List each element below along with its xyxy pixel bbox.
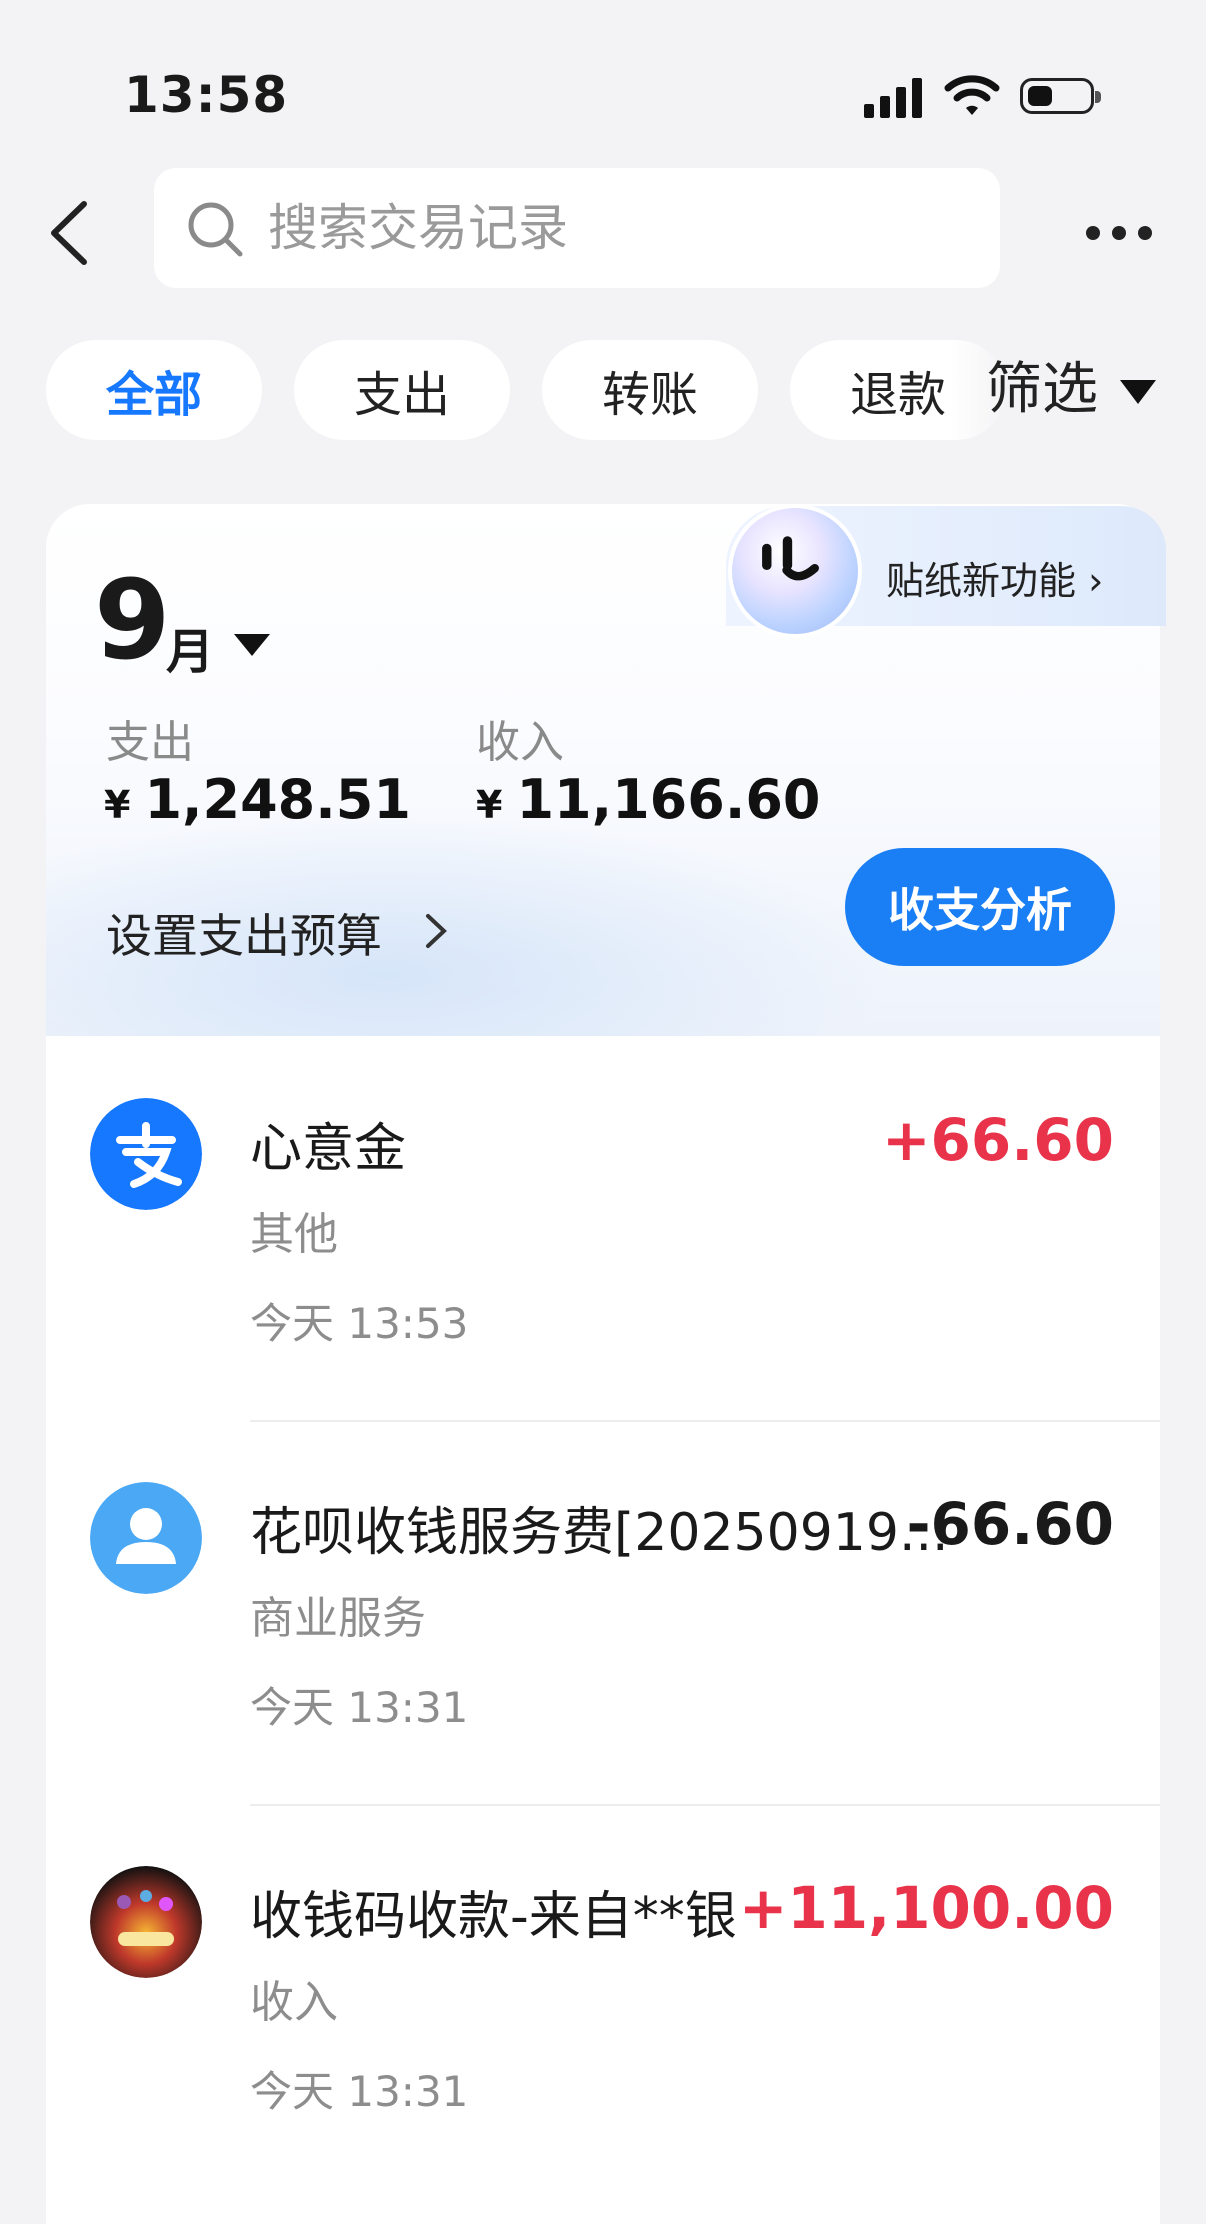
smile-face-icon <box>762 536 819 581</box>
divider <box>250 1420 1160 1422</box>
more-options-icon[interactable] <box>1086 226 1152 242</box>
search-placeholder: 搜索交易记录 <box>268 199 568 257</box>
expense-currency: ¥ <box>104 783 131 827</box>
expense-value: 1,248.51 <box>144 768 411 831</box>
income-value: 11,166.60 <box>516 768 821 831</box>
filter-button[interactable]: 筛选 <box>986 350 1098 430</box>
income-expense-analysis-button[interactable]: 收支分析 <box>845 848 1115 966</box>
transaction-row[interactable]: 收钱码收款-来自**银 +11,100.00 收入 今天 13:31 <box>46 1808 1160 2190</box>
transaction-amount: -66.60 <box>906 1490 1114 1558</box>
transaction-category: 商业服务 <box>250 1593 426 1644</box>
month-unit[interactable]: 月 <box>166 612 214 682</box>
search-input[interactable]: 搜索交易记录 <box>154 168 1000 288</box>
status-time: 13:58 <box>124 66 289 124</box>
expense-amount: ¥1,248.51 <box>104 768 411 831</box>
signal-icon <box>864 76 924 118</box>
income-currency: ¥ <box>476 783 503 827</box>
month-number[interactable]: 9 <box>94 560 171 680</box>
transaction-row[interactable]: 花呗收钱服务费[20250919... -66.60 商业服务 今天 13:31 <box>46 1424 1160 1806</box>
transaction-time: 今天 13:31 <box>250 1683 469 1732</box>
income-amount: ¥11,166.60 <box>476 768 821 831</box>
transaction-amount: +11,100.00 <box>738 1874 1114 1942</box>
sticker-promo-label[interactable]: 贴纸新功能 › <box>886 550 1103 605</box>
transaction-title: 花呗收钱服务费[20250919... <box>250 1503 949 1563</box>
search-icon <box>188 202 243 257</box>
caret-down-icon[interactable] <box>1118 378 1158 406</box>
transaction-row[interactable]: 心意金 +66.60 其他 今天 13:53 <box>46 1040 1160 1422</box>
divider <box>250 1804 1160 1806</box>
transaction-time: 今天 13:31 <box>250 2067 469 2116</box>
battery-icon <box>1020 78 1101 114</box>
transaction-category: 收入 <box>250 1977 338 2028</box>
alipay-icon <box>90 1098 202 1210</box>
filter-chip-transfer[interactable]: 转账 <box>542 340 758 440</box>
back-arrow-icon[interactable] <box>40 196 100 270</box>
wifi-icon <box>944 75 1000 115</box>
expense-label: 支出 <box>106 717 194 768</box>
filter-chip-all[interactable]: 全部 <box>46 340 262 440</box>
filter-chip-expense[interactable]: 支出 <box>294 340 510 440</box>
sticker-promo-text: 贴纸新功能 <box>886 559 1077 603</box>
photo-avatar <box>90 1866 202 1978</box>
month-dropdown-icon[interactable] <box>232 630 272 660</box>
sticker-mascot-icon[interactable] <box>728 504 862 638</box>
transaction-title: 收钱码收款-来自**银 <box>250 1887 737 1947</box>
transaction-time: 今天 13:53 <box>250 1299 469 1348</box>
chevron-right-icon[interactable] <box>424 910 448 952</box>
income-label: 收入 <box>476 717 564 768</box>
transaction-title: 心意金 <box>250 1119 407 1179</box>
user-icon <box>90 1482 202 1594</box>
set-budget-link[interactable]: 设置支出预算 <box>106 900 382 966</box>
transaction-category: 其他 <box>250 1209 338 1260</box>
chevron-right-icon: › <box>1088 559 1104 603</box>
transaction-amount: +66.60 <box>881 1106 1114 1174</box>
